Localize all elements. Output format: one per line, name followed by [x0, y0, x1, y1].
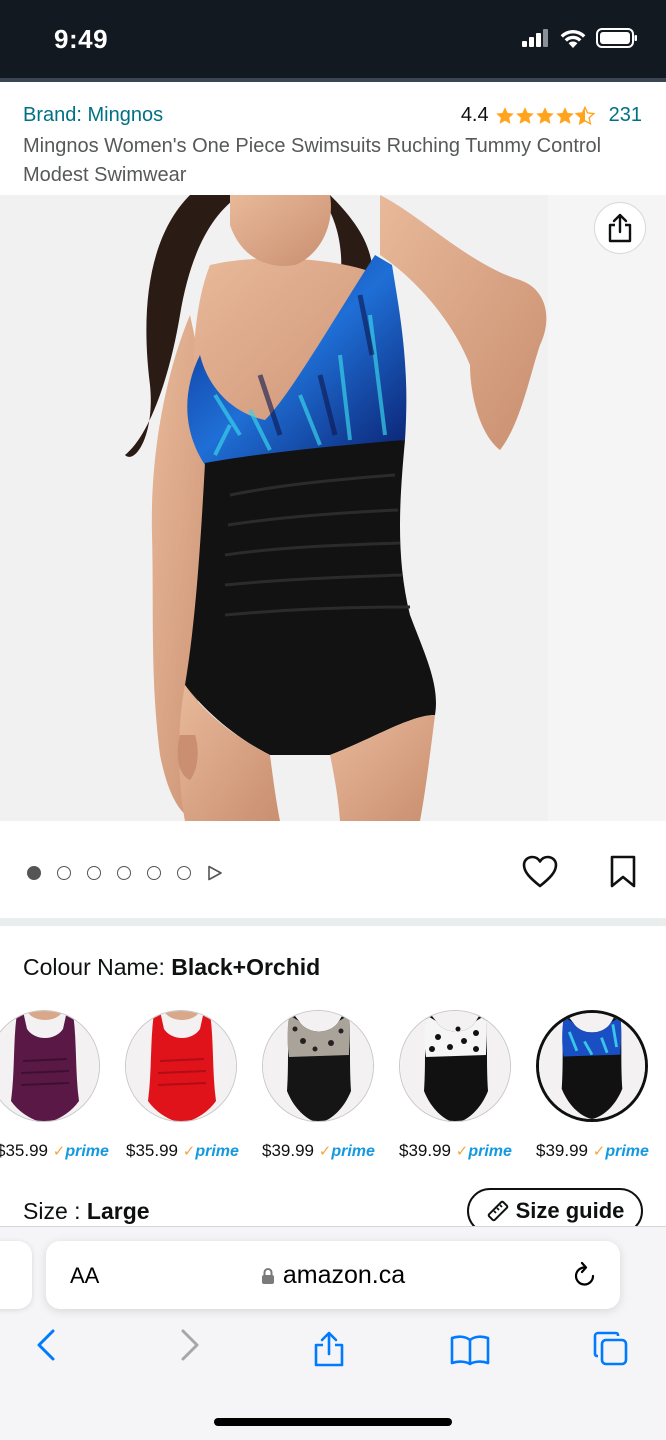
address-bar[interactable]: AA amazon.ca	[46, 1241, 620, 1309]
colour-name-label: Colour Name: Black+Orchid	[23, 954, 320, 981]
status-bar: 9:49	[0, 0, 666, 78]
colour-swatch-leopard[interactable]	[262, 1010, 374, 1122]
black-orchid-swimsuit-thumbnail	[539, 1013, 645, 1119]
carousel-dot[interactable]	[27, 866, 41, 880]
colour-swatch-purple[interactable]	[0, 1010, 100, 1122]
status-time: 9:49	[54, 24, 109, 54]
previous-tab-preview[interactable]	[0, 1241, 32, 1309]
prime-badge: prime	[195, 1143, 239, 1160]
wishlist-button[interactable]	[522, 855, 558, 894]
battery-icon	[596, 28, 637, 48]
share-button[interactable]	[594, 202, 646, 254]
share-icon	[608, 213, 632, 243]
save-for-later-button[interactable]	[608, 855, 638, 894]
image-carousel-controls	[0, 821, 666, 918]
leopard-swimsuit-thumbnail	[263, 1011, 373, 1121]
rating-summary[interactable]: 4.4 231	[461, 104, 642, 127]
rating-count-link[interactable]: 231	[609, 104, 642, 127]
star-icon	[535, 106, 554, 124]
star-half-icon	[574, 105, 595, 125]
star-icon	[495, 106, 514, 124]
status-icons	[522, 28, 638, 48]
colour-swatch-red[interactable]	[125, 1010, 237, 1122]
red-swimsuit-thumbnail	[126, 1011, 236, 1121]
colour-price: $35.99 ✓prime	[126, 1141, 239, 1161]
product-image[interactable]	[0, 195, 666, 821]
price-value: $39.99	[536, 1141, 588, 1160]
prime-badge: prime	[65, 1143, 109, 1160]
reload-icon[interactable]	[572, 1261, 598, 1289]
play-video-icon[interactable]	[207, 865, 223, 881]
prime-check-icon: ✓	[592, 1143, 606, 1160]
prime-check-icon: ✓	[318, 1143, 332, 1160]
size-label-text: Size :	[23, 1198, 81, 1224]
swimsuit-model-image	[0, 195, 666, 821]
cellular-signal-icon	[522, 29, 548, 47]
colour-selected-value: Black+Orchid	[171, 954, 321, 980]
heart-icon	[522, 855, 558, 888]
forward-icon[interactable]	[180, 1328, 200, 1362]
carousel-dot[interactable]	[177, 866, 191, 880]
colour-price: $39.99 ✓prime	[399, 1141, 512, 1161]
carousel-dot[interactable]	[147, 866, 161, 880]
colour-swatch-black-orchid[interactable]	[536, 1010, 648, 1122]
prime-check-icon: ✓	[52, 1143, 66, 1160]
brand-link[interactable]: Brand: Mingnos	[23, 104, 163, 127]
carousel-dot[interactable]	[87, 866, 101, 880]
colour-price: $35.99 ✓prime	[0, 1141, 109, 1161]
purple-swimsuit-thumbnail	[0, 1011, 99, 1121]
prime-badge: prime	[331, 1143, 375, 1160]
price-value: $39.99	[399, 1141, 451, 1160]
price-value: $35.99	[0, 1141, 48, 1160]
size-label: Size : Large	[23, 1198, 150, 1225]
url-display[interactable]: amazon.ca	[46, 1261, 620, 1290]
rating-stars	[495, 105, 595, 126]
back-icon[interactable]	[36, 1328, 56, 1362]
share-icon[interactable]	[312, 1330, 346, 1368]
carousel-dot[interactable]	[57, 866, 71, 880]
tabs-icon[interactable]	[592, 1330, 630, 1368]
polka-dot-swimsuit-thumbnail	[400, 1011, 510, 1121]
prime-check-icon: ✓	[182, 1143, 196, 1160]
wifi-icon	[560, 29, 586, 48]
colour-price: $39.99 ✓prime	[262, 1141, 375, 1161]
prime-badge: prime	[605, 1143, 649, 1160]
price-value: $39.99	[262, 1141, 314, 1160]
header-divider	[0, 78, 666, 82]
bookmark-icon	[610, 855, 636, 888]
carousel-dots	[27, 865, 223, 881]
lock-icon	[261, 1267, 274, 1284]
colour-price: $39.99 ✓prime	[536, 1141, 649, 1161]
carousel-dot[interactable]	[117, 866, 131, 880]
home-indicator	[214, 1418, 452, 1426]
star-icon	[515, 106, 534, 124]
prime-check-icon: ✓	[455, 1143, 469, 1160]
price-value: $35.99	[126, 1141, 178, 1160]
colour-label-text: Colour Name:	[23, 954, 165, 980]
product-title: Mingnos Women's One Piece Swimsuits Ruch…	[23, 135, 602, 186]
bookmarks-icon[interactable]	[450, 1334, 490, 1366]
section-divider	[0, 918, 666, 926]
size-guide-label: Size guide	[515, 1198, 625, 1223]
url-text: amazon.ca	[282, 1261, 406, 1289]
rating-value: 4.4	[460, 104, 489, 126]
star-icon	[555, 106, 574, 124]
prime-badge: prime	[468, 1143, 512, 1160]
ruler-icon	[487, 1200, 508, 1222]
colour-swatch-polka-dot[interactable]	[399, 1010, 511, 1122]
size-selected-value: Large	[86, 1198, 150, 1224]
